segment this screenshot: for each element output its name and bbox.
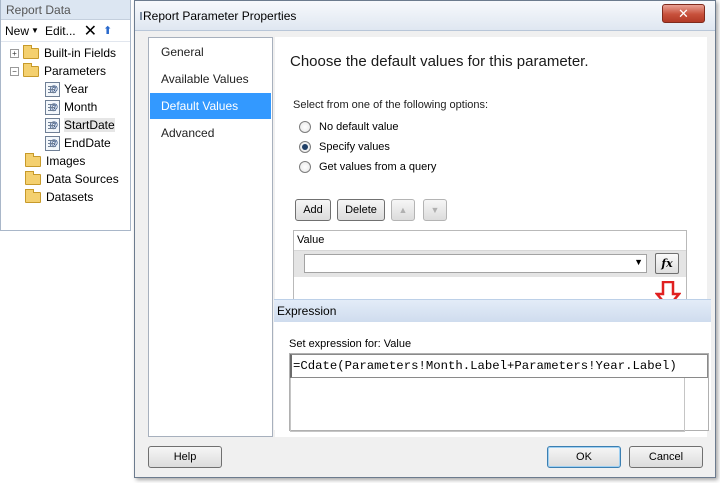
nav-item-available-values[interactable]: Available Values — [150, 66, 271, 92]
parameter-icon: @ — [45, 117, 60, 133]
options-label: Select from one of the following options… — [293, 99, 489, 111]
report-data-toolbar: New ▼ Edit... ✕ ⬆ — [1, 20, 130, 42]
nav-item-general[interactable]: General — [150, 39, 271, 65]
move-down-button[interactable]: ▼ — [423, 199, 447, 221]
folder-icon — [23, 44, 39, 59]
expression-input[interactable]: =Cdate(Parameters!Month.Label+Parameters… — [290, 354, 708, 378]
dropdown-arrow-icon[interactable]: ▼ — [634, 257, 643, 267]
dialog-nav: General Available Values Default Values … — [148, 37, 273, 437]
radio-button-checked[interactable] — [299, 141, 311, 153]
value-row: ▼ fx — [294, 251, 686, 277]
tree-node-param-month[interactable]: @ Month — [1, 98, 130, 116]
new-label: New — [5, 23, 30, 38]
radio-button[interactable] — [299, 121, 311, 133]
tree-node-built-in-fields[interactable]: + Built-in Fields — [1, 44, 130, 62]
window-icon — [140, 12, 142, 20]
radio-label: No default value — [319, 121, 399, 133]
expression-editor: =Cdate(Parameters!Month.Label+Parameters… — [289, 353, 709, 432]
radio-no-default[interactable]: No default value — [299, 119, 399, 135]
nav-item-default-values[interactable]: Default Values — [150, 93, 271, 119]
add-button[interactable]: Add — [295, 199, 331, 221]
radio-query[interactable]: Get values from a query — [299, 159, 436, 175]
expression-title: Expression — [274, 300, 711, 322]
tree-node-label: StartDate — [64, 118, 115, 132]
parameter-icon: @ — [45, 99, 60, 115]
parameter-icon: @ — [45, 135, 60, 151]
nav-item-advanced[interactable]: Advanced — [150, 120, 271, 146]
open-folder-icon — [23, 62, 39, 77]
fx-expression-button[interactable]: fx — [655, 253, 679, 274]
cancel-button[interactable]: Cancel — [629, 446, 703, 468]
tree-node-label: EndDate — [64, 136, 111, 150]
ok-button[interactable]: OK — [547, 446, 621, 468]
report-data-title: Report Data — [1, 0, 130, 20]
tree-node-label: Images — [46, 154, 86, 168]
tree-node-label: Data Sources — [46, 172, 119, 186]
values-grid: Value ▼ fx — [293, 230, 687, 302]
radio-button[interactable] — [299, 161, 311, 173]
expression-editor-area[interactable] — [290, 378, 685, 432]
tree-node-label: Built-in Fields — [44, 46, 117, 60]
help-button[interactable]: Help — [148, 446, 222, 468]
move-up-button[interactable]: ▲ — [391, 199, 415, 221]
edit-button[interactable]: Edit... — [45, 24, 76, 38]
radio-specify-values[interactable]: Specify values — [299, 139, 390, 155]
expand-icon[interactable]: + — [10, 48, 19, 58]
delete-x-icon[interactable]: ✕ — [84, 21, 97, 41]
delete-button[interactable]: Delete — [337, 199, 385, 221]
tree-node-label: Datasets — [46, 190, 94, 204]
tree-node-label: Year — [64, 82, 89, 96]
expression-target-label: Set expression for: Value — [289, 338, 412, 350]
report-parameter-properties-dialog: Report Parameter Properties ✕ General Av… — [134, 0, 716, 478]
dialog-titlebar[interactable]: Report Parameter Properties ✕ — [135, 1, 715, 31]
arrow-up-icon[interactable]: ⬆ — [103, 24, 112, 37]
tree-node-parameters[interactable]: − Parameters — [1, 62, 130, 80]
folder-icon — [25, 188, 41, 203]
dialog-title: Report Parameter Properties — [143, 9, 297, 23]
chevron-down-icon: ▼ — [31, 26, 39, 35]
tree-node-param-enddate[interactable]: @ EndDate — [1, 134, 130, 152]
close-button[interactable]: ✕ — [662, 4, 705, 23]
expression-panel: Expression Set expression for: Value =Cd… — [274, 299, 711, 432]
radio-label: Specify values — [319, 141, 390, 153]
tree-node-data-sources[interactable]: Data Sources — [1, 170, 130, 188]
parameter-icon: @ — [45, 81, 60, 97]
folder-icon — [25, 152, 41, 167]
edit-label: Edit... — [44, 23, 76, 38]
tree-node-datasets[interactable]: Datasets — [1, 188, 130, 206]
tree-node-label: Month — [64, 100, 98, 114]
report-data-tree: + Built-in Fields − Parameters @ Year @ … — [1, 42, 130, 206]
tree-node-param-year[interactable]: @ Year — [1, 80, 130, 98]
page-heading: Choose the default values for this param… — [290, 53, 589, 70]
tree-node-label: Parameters — [44, 64, 107, 78]
radio-label: Get values from a query — [319, 161, 437, 173]
collapse-icon[interactable]: − — [10, 66, 19, 76]
report-data-panel: Report Data New ▼ Edit... ✕ ⬆ + Built-in… — [0, 0, 131, 231]
tree-node-images[interactable]: Images — [1, 152, 130, 170]
new-menu-button[interactable]: New ▼ — [5, 24, 39, 38]
value-combobox[interactable]: ▼ — [304, 254, 647, 273]
value-column-header: Value — [294, 231, 686, 251]
tree-node-param-startdate[interactable]: @ StartDate — [1, 116, 130, 134]
folder-icon — [25, 170, 41, 185]
